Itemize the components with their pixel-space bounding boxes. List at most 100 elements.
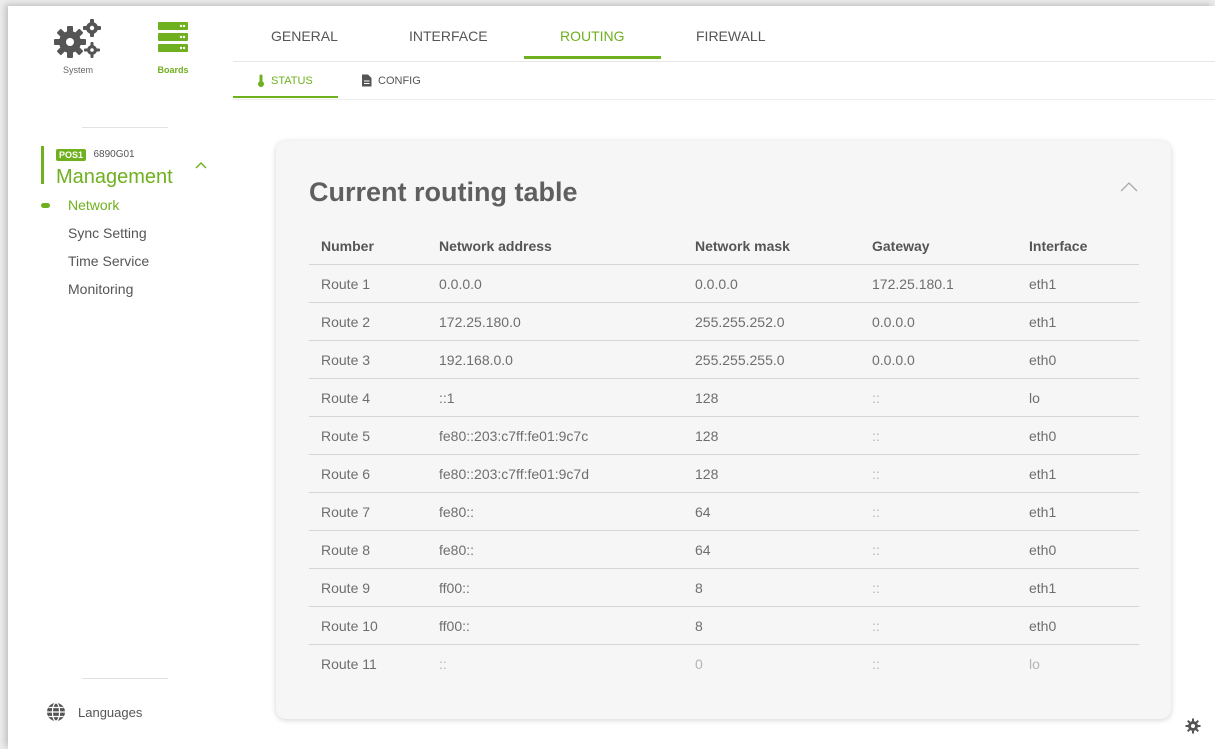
boards-button[interactable]: Boards bbox=[138, 16, 208, 75]
sidebar-item-sync-setting[interactable]: Sync Setting bbox=[41, 222, 149, 250]
interface: eth1 bbox=[1017, 568, 1139, 607]
device-management-header[interactable]: POS1 6890G01 Management bbox=[41, 146, 216, 188]
table-row: Route 11 :: 0 :: lo bbox=[309, 645, 1139, 683]
gateway: :: bbox=[860, 378, 1017, 417]
interface: eth0 bbox=[1017, 340, 1139, 379]
network-mask: 64 bbox=[683, 492, 860, 531]
interface: eth0 bbox=[1017, 606, 1139, 645]
sidebar-divider bbox=[82, 127, 168, 128]
gateway: 0.0.0.0 bbox=[860, 340, 1017, 379]
sidebar-item-network[interactable]: Network bbox=[41, 194, 149, 222]
main-panel: GENERAL INTERFACE ROUTING FIREWALL STATU… bbox=[233, 6, 1215, 749]
table-row: Route 1 0.0.0.0 0.0.0.0 172.25.180.1 eth… bbox=[309, 264, 1139, 303]
app-window: System Boards POS1 6890G01 Management Ne… bbox=[8, 6, 1215, 749]
network-mask: 64 bbox=[683, 530, 860, 569]
subtab-config-label: CONFIG bbox=[378, 74, 421, 87]
table-row: Route 5 fe80::203:c7ff:fe01:9c7c 128 :: … bbox=[309, 416, 1139, 455]
table-row: Route 2 172.25.180.0 255.255.252.0 0.0.0… bbox=[309, 302, 1139, 341]
card-title: Current routing table bbox=[309, 177, 578, 207]
active-tab-underline bbox=[524, 56, 661, 59]
interface: lo bbox=[1029, 655, 1040, 672]
interface: eth0 bbox=[1017, 416, 1139, 455]
route-number: Route 2 bbox=[309, 302, 427, 341]
device-title: Management bbox=[56, 166, 173, 188]
network-mask: 8 bbox=[683, 568, 860, 607]
gateway: 0.0.0.0 bbox=[860, 302, 1017, 341]
network-address: ff00:: bbox=[427, 568, 683, 607]
route-number: Route 5 bbox=[309, 416, 427, 455]
table-row: Route 8 fe80:: 64 :: eth0 bbox=[309, 530, 1139, 569]
settings-gear-icon[interactable] bbox=[1185, 718, 1201, 734]
interface: eth1 bbox=[1017, 454, 1139, 493]
tab-routing[interactable]: ROUTING bbox=[560, 28, 625, 44]
column-header-network-address: Network address bbox=[427, 228, 683, 265]
route-number: Route 1 bbox=[309, 264, 427, 303]
interface: eth1 bbox=[1017, 492, 1139, 531]
network-address: fe80:: bbox=[427, 492, 683, 531]
network-address: 172.25.180.0 bbox=[427, 302, 683, 341]
sidebar-item-time-service[interactable]: Time Service bbox=[41, 250, 149, 278]
interface: eth1 bbox=[1017, 302, 1139, 341]
table-header-row: Number Network address Network mask Gate… bbox=[309, 228, 1139, 265]
tab-firewall[interactable]: FIREWALL bbox=[696, 28, 766, 44]
network-mask: 0.0.0.0 bbox=[683, 264, 860, 303]
network-address: ff00:: bbox=[427, 606, 683, 645]
network-address: 0.0.0.0 bbox=[427, 264, 683, 303]
route-number: Route 4 bbox=[309, 378, 427, 417]
device-badge: POS1 bbox=[56, 148, 87, 161]
sidebar: System Boards POS1 6890G01 Management Ne… bbox=[8, 6, 234, 749]
network-address: fe80:: bbox=[427, 530, 683, 569]
gateway: :: bbox=[860, 530, 1017, 569]
sidebar-item-monitoring[interactable]: Monitoring bbox=[41, 278, 149, 306]
route-number: Route 10 bbox=[309, 606, 427, 645]
system-label: System bbox=[62, 65, 93, 75]
tab-interface[interactable]: INTERFACE bbox=[409, 28, 488, 44]
sidebar-divider bbox=[82, 678, 168, 679]
gateway: :: bbox=[872, 655, 880, 672]
gateway: :: bbox=[860, 454, 1017, 493]
sidebar-item-label: Time Service bbox=[68, 253, 150, 269]
active-subtab-underline bbox=[233, 96, 338, 98]
route-number: Route 6 bbox=[309, 454, 427, 493]
network-address: fe80::203:c7ff:fe01:9c7c bbox=[427, 416, 683, 455]
interface: lo bbox=[1017, 378, 1139, 417]
network-mask: 0 bbox=[695, 655, 703, 672]
active-indicator bbox=[41, 203, 50, 208]
chevron-up-icon[interactable] bbox=[194, 160, 208, 170]
routing-table: Number Network address Network mask Gate… bbox=[309, 228, 1139, 682]
top-tabs: GENERAL INTERFACE ROUTING FIREWALL bbox=[233, 6, 1215, 62]
sub-tabs: STATUS CONFIG bbox=[233, 61, 1215, 100]
sidebar-item-label: Sync Setting bbox=[68, 225, 147, 241]
interface: eth1 bbox=[1017, 264, 1139, 303]
gateway: :: bbox=[860, 416, 1017, 455]
table-row: Route 9 ff00:: 8 :: eth1 bbox=[309, 568, 1139, 607]
gateway: :: bbox=[860, 568, 1017, 607]
languages-button[interactable]: Languages bbox=[46, 702, 142, 722]
network-mask: 128 bbox=[683, 454, 860, 493]
languages-label: Languages bbox=[78, 704, 143, 720]
network-address: ::1 bbox=[427, 378, 683, 417]
route-number: Route 11 bbox=[321, 655, 377, 672]
gateway: :: bbox=[860, 606, 1017, 645]
boards-icon bbox=[158, 22, 188, 52]
device-code: 6890G01 bbox=[93, 149, 135, 161]
routing-table-card: Current routing table Number Network add… bbox=[276, 141, 1171, 719]
column-header-gateway: Gateway bbox=[860, 228, 1017, 265]
boards-label: Boards bbox=[157, 65, 189, 75]
subtab-status-label: STATUS bbox=[271, 74, 313, 87]
subtab-config[interactable]: CONFIG bbox=[361, 74, 421, 87]
tab-general[interactable]: GENERAL bbox=[271, 28, 338, 44]
network-mask: 255.255.252.0 bbox=[683, 302, 860, 341]
table-row: Route 6 fe80::203:c7ff:fe01:9c7d 128 :: … bbox=[309, 454, 1139, 493]
network-address: :: bbox=[439, 655, 447, 672]
system-button[interactable]: System bbox=[43, 16, 113, 75]
route-number: Route 3 bbox=[309, 340, 427, 379]
network-address: 192.168.0.0 bbox=[427, 340, 683, 379]
sidebar-item-label: Monitoring bbox=[68, 281, 134, 297]
column-header-network-mask: Network mask bbox=[683, 228, 860, 265]
network-mask: 128 bbox=[683, 416, 860, 455]
subtab-status[interactable]: STATUS bbox=[257, 74, 313, 87]
table-row: Route 3 192.168.0.0 255.255.255.0 0.0.0.… bbox=[309, 340, 1139, 379]
route-number: Route 9 bbox=[309, 568, 427, 607]
chevron-up-icon[interactable] bbox=[1119, 181, 1139, 193]
